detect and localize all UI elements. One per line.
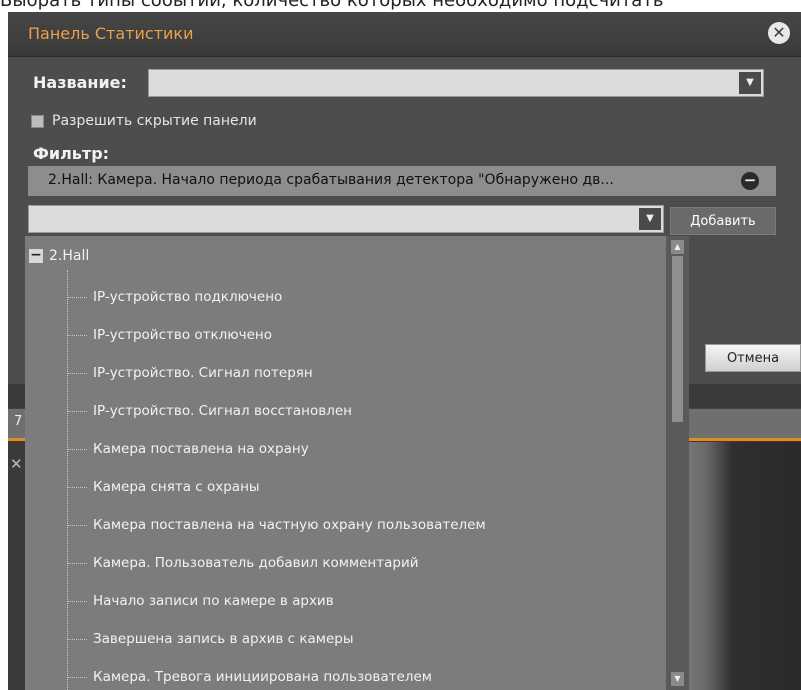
- background-close-icon[interactable]: ✕: [10, 455, 23, 473]
- tree-item[interactable]: IP-устройство. Сигнал восстановлен: [67, 400, 352, 422]
- tree-item-label: Завершена запись в архив с камеры: [93, 631, 354, 647]
- name-select[interactable]: ▼: [148, 69, 764, 97]
- tree-item-label: Камера поставлена на частную охрану поль…: [93, 517, 486, 533]
- tree-item[interactable]: Камера. Пользователь добавил комментарий: [67, 552, 419, 574]
- chevron-down-icon[interactable]: ▼: [639, 208, 661, 230]
- tree-item[interactable]: Камера. Тревога инициирована пользовател…: [67, 666, 432, 688]
- tree-item[interactable]: Камера снята с охраны: [67, 476, 260, 498]
- allow-hide-checkbox[interactable]: [31, 114, 44, 128]
- minus-circle-icon[interactable]: −: [741, 172, 759, 190]
- tree-item-label: IP-устройство подключено: [93, 289, 283, 305]
- dialog-header: Панель Статистики ✕: [8, 12, 801, 57]
- tree-item-label: Начало записи по камере в архив: [93, 593, 334, 609]
- tree-item-label: Камера. Пользователь добавил комментарий: [93, 555, 419, 571]
- close-icon[interactable]: ✕: [768, 22, 790, 44]
- scroll-down-icon[interactable]: ▼: [671, 672, 684, 686]
- event-select[interactable]: ▼: [28, 205, 664, 233]
- tree-item-label: IP-устройство. Сигнал восстановлен: [93, 403, 352, 419]
- filter-item: 2.Hall: Камера. Начало периода срабатыва…: [28, 166, 776, 196]
- dialog-title: Панель Статистики: [28, 24, 194, 43]
- chevron-down-icon[interactable]: ▼: [739, 72, 761, 94]
- scrollbar-thumb[interactable]: [672, 256, 683, 422]
- tree-item[interactable]: IP-устройство подключено: [67, 286, 282, 308]
- allow-hide-checkbox-row[interactable]: Разрешить скрытие панели: [31, 113, 257, 129]
- tree-item[interactable]: IP-устройство отключено: [67, 324, 272, 346]
- tree-root-label: 2.Hall: [49, 248, 90, 264]
- filter-label: Фильтр:: [33, 144, 110, 163]
- tree-item-label: Камера поставлена на охрану: [93, 441, 309, 457]
- dropdown-scrollbar[interactable]: ▲ ▼: [666, 236, 689, 690]
- tree-item-label: Камера. Тревога инициирована пользовател…: [93, 669, 432, 685]
- tree-item-label: IP-устройство отключено: [93, 327, 273, 343]
- allow-hide-label: Разрешить скрытие панели: [52, 113, 257, 129]
- scroll-up-icon[interactable]: ▲: [671, 240, 684, 254]
- tree-item[interactable]: Камера поставлена на охрану: [67, 438, 309, 460]
- tree-root[interactable]: − 2.Hall: [25, 246, 89, 266]
- cancel-button[interactable]: Отмена: [705, 344, 801, 372]
- page-caption: Выбрать типы событий, количество которых…: [0, 0, 664, 11]
- tree-item-label: IP-устройство. Сигнал потерян: [93, 365, 313, 381]
- tree-item[interactable]: Начало записи по камере в архив: [67, 590, 334, 612]
- name-label: Название:: [33, 73, 127, 92]
- event-tree-dropdown: − 2.Hall IP-устройство подключено IP-уст…: [25, 236, 666, 690]
- tree-item[interactable]: Камера поставлена на частную охрану поль…: [67, 514, 486, 536]
- tree-item-label: Камера снята с охраны: [93, 479, 260, 495]
- filter-item-text: 2.Hall: Камера. Начало периода срабатыва…: [48, 172, 614, 188]
- background-tab-number: 7: [14, 414, 23, 429]
- collapse-icon[interactable]: −: [29, 248, 43, 263]
- tree-item[interactable]: Завершена запись в архив с камеры: [67, 628, 354, 650]
- add-button[interactable]: Добавить: [670, 207, 776, 235]
- tree-item[interactable]: IP-устройство. Сигнал потерян: [67, 362, 313, 384]
